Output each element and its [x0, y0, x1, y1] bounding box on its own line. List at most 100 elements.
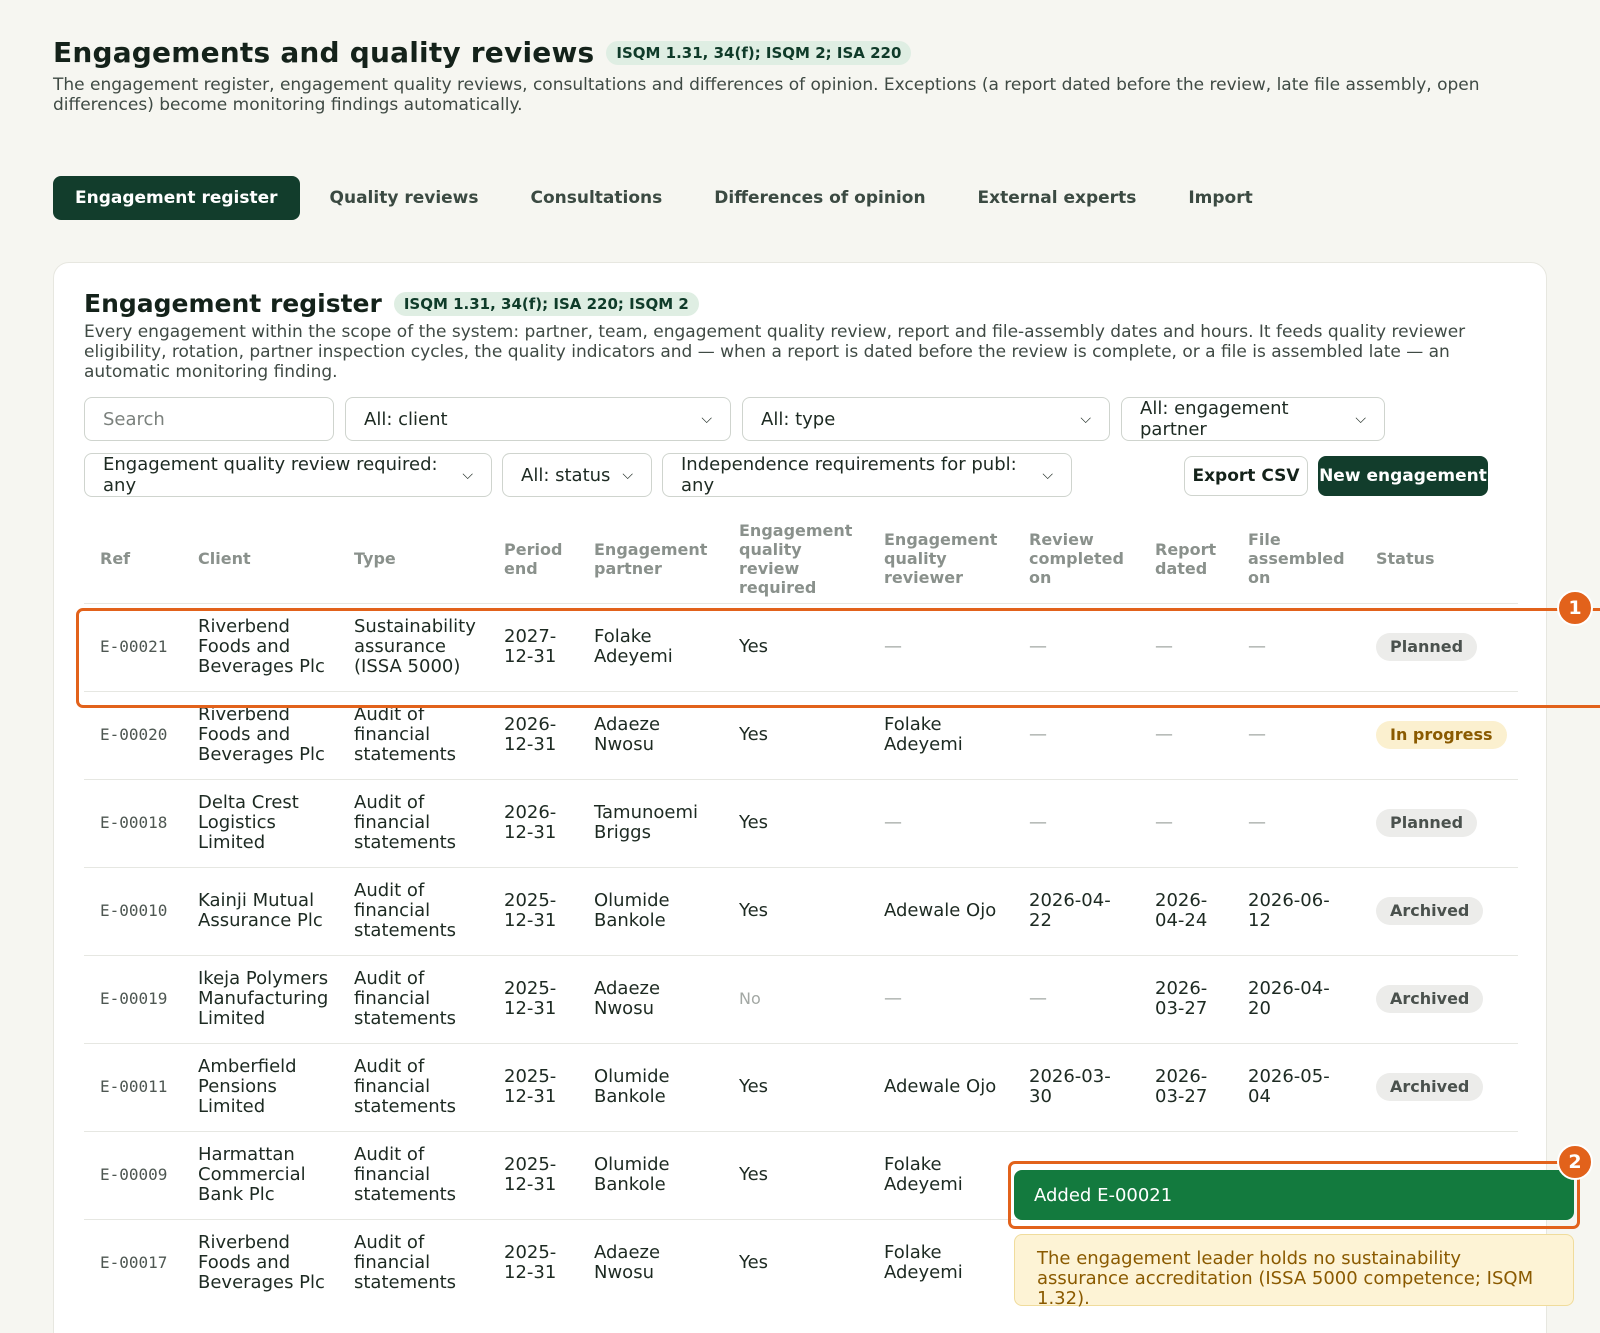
- eqr-required-cell: Yes: [723, 1218, 868, 1307]
- tab-consultations[interactable]: Consultations: [509, 176, 685, 220]
- table-row[interactable]: E-00020 Riverbend Foods and Beverages Plc…: [84, 690, 1518, 779]
- register-description: Every engagement within the scope of the…: [84, 322, 1466, 382]
- report-dated-cell: 2026-04-24: [1139, 866, 1232, 955]
- toast-message: Added E-00021: [1014, 1170, 1574, 1220]
- type-cell: Audit of financial statements: [338, 1130, 488, 1219]
- file-assembled-cell: 2026-05-04: [1232, 1042, 1360, 1131]
- client-cell: Harmattan Commercial Bank Plc: [182, 1130, 338, 1219]
- review-completed-cell: 2026-03-30: [1013, 1042, 1139, 1131]
- report-dated-cell: —: [1139, 690, 1232, 779]
- chevron-down-icon: ⌵: [1042, 467, 1053, 483]
- eqr-required-cell: Yes: [723, 602, 868, 691]
- search-input[interactable]: Search: [84, 397, 334, 441]
- chevron-down-icon: ⌵: [1080, 411, 1091, 427]
- ref-cell: E-00020: [84, 690, 182, 779]
- reviewer-cell: Folake Adeyemi: [868, 1218, 1013, 1307]
- client-filter-select[interactable]: All: client ⌵: [345, 397, 731, 441]
- type-cell: Sustainability assurance (ISSA 5000): [338, 602, 488, 691]
- partner-cell: Olumide Bankole: [578, 1042, 723, 1131]
- table-row[interactable]: E-00021 Riverbend Foods and Beverages Plc…: [84, 602, 1518, 691]
- status-filter-value: All: status: [521, 464, 611, 486]
- reviewer-cell: —: [868, 602, 1013, 691]
- client-cell: Riverbend Foods and Beverages Plc: [182, 690, 338, 779]
- client-cell: Riverbend Foods and Beverages Plc: [182, 1218, 338, 1307]
- table-row[interactable]: E-00018 Delta Crest Logistics Limited Audi…: [84, 778, 1518, 867]
- ref-cell: E-00019: [84, 954, 182, 1043]
- table-row[interactable]: E-00010 Kainji Mutual Assurance Plc Audit …: [84, 866, 1518, 955]
- review-completed-cell: —: [1013, 602, 1139, 691]
- type-cell: Audit of financial statements: [338, 1218, 488, 1307]
- partner-filter-value: All: engagement partner: [1140, 398, 1289, 440]
- page-title: Engagements and quality reviews: [53, 36, 595, 69]
- eqr-filter-value: Engagement quality review required: any: [103, 454, 438, 496]
- annotation-marker-1: 1: [1557, 590, 1593, 626]
- table-header-row: Ref Client Type Period end Engagement pa…: [84, 515, 1518, 603]
- file-assembled-cell: —: [1232, 690, 1360, 779]
- type-cell: Audit of financial statements: [338, 1042, 488, 1131]
- status-badge: Archived: [1376, 985, 1484, 1013]
- client-cell: Ikeja Polymers Manufacturing Limited: [182, 954, 338, 1043]
- new-engagement-button[interactable]: New engagement: [1318, 456, 1488, 496]
- partner-filter-select[interactable]: All: engagement partner ⌵: [1121, 397, 1385, 441]
- client-cell: Riverbend Foods and Beverages Plc: [182, 602, 338, 691]
- export-csv-button[interactable]: Export CSV: [1184, 456, 1308, 496]
- period-end-cell: 2025-12-31: [488, 1130, 578, 1219]
- report-dated-cell: —: [1139, 778, 1232, 867]
- reviewer-cell: Adewale Ojo: [868, 866, 1013, 955]
- chevron-down-icon: ⌵: [701, 411, 712, 427]
- status-cell: Archived: [1360, 954, 1518, 1043]
- period-end-cell: 2027-12-31: [488, 602, 578, 691]
- column-header: Engagement partner: [594, 539, 708, 578]
- ref-cell: E-00009: [84, 1130, 182, 1219]
- column-header: Report dated: [1155, 539, 1217, 578]
- status-cell: In progress: [1360, 690, 1518, 779]
- page-header: Engagements and quality reviews ISQM 1.3…: [53, 36, 1553, 115]
- independence-filter-select[interactable]: Independence requirements for publ: any ⌵: [662, 453, 1072, 497]
- period-end-cell: 2025-12-31: [488, 1218, 578, 1307]
- column-header: Ref: [100, 549, 131, 569]
- reviewer-cell: Folake Adeyemi: [868, 1130, 1013, 1219]
- report-dated-cell: 2026-03-27: [1139, 954, 1232, 1043]
- eqr-required-cell: Yes: [723, 690, 868, 779]
- section-tabs: Engagement register Quality reviews Cons…: [53, 176, 1275, 220]
- partner-cell: Olumide Bankole: [578, 1130, 723, 1219]
- tab-external-experts[interactable]: External experts: [956, 176, 1159, 220]
- tab-engagement-register[interactable]: Engagement register: [53, 176, 300, 220]
- column-header: Engagement quality review required: [739, 520, 853, 597]
- partner-cell: Tamunoemi Briggs: [578, 778, 723, 867]
- review-completed-cell: 2026-04-22: [1013, 866, 1139, 955]
- status-cell: Archived: [1360, 866, 1518, 955]
- file-assembled-cell: 2026-06-12: [1232, 866, 1360, 955]
- type-filter-select[interactable]: All: type ⌵: [742, 397, 1110, 441]
- review-completed-cell: —: [1013, 954, 1139, 1043]
- eqr-required-filter-select[interactable]: Engagement quality review required: any ⌵: [84, 453, 492, 497]
- client-cell: Kainji Mutual Assurance Plc: [182, 866, 338, 955]
- tab-import[interactable]: Import: [1166, 176, 1274, 220]
- client-cell: Delta Crest Logistics Limited: [182, 778, 338, 867]
- chevron-down-icon: ⌵: [462, 467, 473, 483]
- period-end-cell: 2026-12-31: [488, 778, 578, 867]
- register-standards-tag: ISQM 1.31, 34(f); ISA 220; ISQM 2: [393, 291, 699, 316]
- table-row[interactable]: E-00011 Amberfield Pensions Limited Audit …: [84, 1042, 1518, 1131]
- column-header: File assembled on: [1248, 530, 1345, 588]
- tab-differences-of-opinion[interactable]: Differences of opinion: [692, 176, 947, 220]
- annotation-marker-2: 2: [1557, 1144, 1593, 1180]
- type-cell: Audit of financial statements: [338, 690, 488, 779]
- reviewer-cell: —: [868, 954, 1013, 1043]
- status-badge: In progress: [1376, 721, 1507, 749]
- column-header: Period end: [504, 539, 563, 578]
- search-placeholder: Search: [103, 408, 165, 430]
- tab-quality-reviews[interactable]: Quality reviews: [308, 176, 501, 220]
- ref-cell: E-00011: [84, 1042, 182, 1131]
- client-filter-value: All: client: [364, 408, 448, 430]
- status-filter-select[interactable]: All: status ⌵: [502, 453, 652, 497]
- status-badge: Archived: [1376, 897, 1484, 925]
- status-cell: Planned: [1360, 778, 1518, 867]
- ref-cell: E-00010: [84, 866, 182, 955]
- partner-cell: Adaeze Nwosu: [578, 1218, 723, 1307]
- review-completed-cell: —: [1013, 778, 1139, 867]
- table-row[interactable]: E-00019 Ikeja Polymers Manufacturing Limi…: [84, 954, 1518, 1043]
- chevron-down-icon: ⌵: [1355, 411, 1366, 427]
- period-end-cell: 2025-12-31: [488, 954, 578, 1043]
- ref-cell: E-00021: [84, 602, 182, 691]
